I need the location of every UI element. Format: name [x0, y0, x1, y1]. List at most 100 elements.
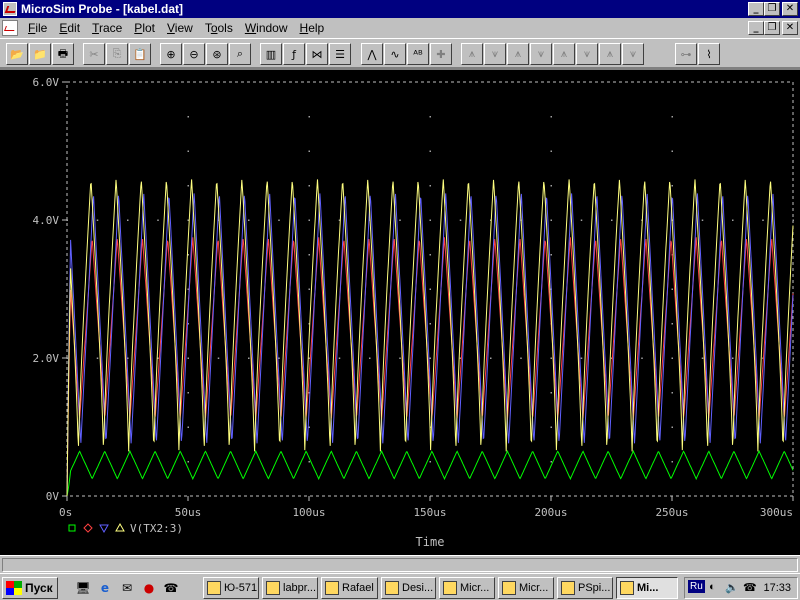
taskbar-button[interactable]: PSpi...	[557, 577, 613, 599]
close-button[interactable]: ✕	[782, 2, 798, 16]
taskbar-button[interactable]: Micr...	[439, 577, 495, 599]
grid-dot	[429, 357, 431, 359]
title-bar: MicroSim Probe - [kabel.dat] _ ❐ ✕	[0, 0, 800, 18]
mark-icon[interactable]: ✚	[430, 43, 452, 65]
menu-view[interactable]: View	[161, 21, 199, 35]
log-x-icon[interactable]: ▥	[260, 43, 282, 65]
menu-window[interactable]: Window	[239, 21, 294, 35]
grid-dot	[187, 150, 189, 152]
minimize-button[interactable]: _	[748, 2, 764, 16]
outlook-express-icon[interactable]: ✉	[118, 579, 136, 597]
language-indicator[interactable]: Ru	[688, 580, 705, 593]
label-icon[interactable]: ᴬᴮ	[407, 43, 429, 65]
waveform-chart[interactable]: 0s 50us 100us 150us 200us 250us 300us 0V 2.0V 4.0…	[0, 70, 800, 555]
cursor-peak-icon[interactable]: ⩚	[461, 43, 483, 65]
document-icon[interactable]	[2, 20, 18, 36]
taskbar-button[interactable]: Desi...	[381, 577, 436, 599]
maximize-button[interactable]: ❐	[764, 2, 780, 16]
grid-dot	[308, 219, 310, 221]
cut-icon[interactable]: ✂	[83, 43, 105, 65]
zoom-in-icon[interactable]: ⊕	[160, 43, 182, 65]
probe-app-icon[interactable]	[3, 2, 17, 16]
performance-icon[interactable]: ⋈	[306, 43, 328, 65]
doc-close-button[interactable]: ✕	[782, 21, 798, 35]
menu-file[interactable]: File	[22, 21, 53, 35]
plot-window-icon[interactable]: ☰	[329, 43, 351, 65]
cursor-slope-icon[interactable]: ⩚	[507, 43, 529, 65]
grid-dot	[429, 116, 431, 118]
grid-dot	[308, 254, 310, 256]
x-tick-label: 100us	[292, 506, 325, 519]
cursor-max-icon[interactable]: ⩚	[553, 43, 575, 65]
add-trace-icon[interactable]: ⋀	[361, 43, 383, 65]
copy-icon[interactable]: ⎘	[106, 43, 128, 65]
grid-dot	[671, 357, 673, 359]
print-icon[interactable]: 🖶	[52, 43, 74, 65]
cursor-trough-icon[interactable]: ⩛	[484, 43, 506, 65]
menu-trace[interactable]: Trace	[86, 21, 128, 35]
legend-triangle-down-marker	[99, 524, 109, 534]
task-label: Desi...	[402, 582, 434, 594]
doc-restore-button[interactable]: ❐	[764, 21, 780, 35]
cursor-point-icon[interactable]: ⩛	[576, 43, 598, 65]
media-player-icon[interactable]: ●	[140, 579, 158, 597]
cursor-search-icon[interactable]: ⩚	[599, 43, 621, 65]
legend-label[interactable]: V(TX2:3)	[130, 522, 183, 535]
status-panel	[2, 558, 798, 572]
grid-dot	[550, 461, 552, 463]
display-control-icon[interactable]: ⌇	[698, 43, 720, 65]
grid-dot	[187, 461, 189, 463]
mark-label-icon[interactable]: ⊶	[675, 43, 697, 65]
zoom-area-icon[interactable]: ⊛	[206, 43, 228, 65]
tray-network-icon[interactable]: ◐	[709, 581, 716, 593]
x-tick-label: 0s	[59, 506, 72, 519]
task-app-icon	[620, 581, 634, 595]
grid-dot	[550, 254, 552, 256]
menu-plot[interactable]: Plot	[128, 21, 161, 35]
cursor-min-icon[interactable]: ⩛	[530, 43, 552, 65]
open-icon[interactable]: 📂	[6, 43, 28, 65]
start-button[interactable]: Пуск	[2, 577, 58, 599]
task-label: PSpi...	[578, 582, 611, 594]
taskbar-button[interactable]: Ю-571	[203, 577, 259, 599]
taskbar-button[interactable]: labpr...	[262, 577, 318, 599]
menu-tools[interactable]: Tools	[199, 21, 239, 35]
grid-dot	[187, 357, 189, 359]
menu-edit[interactable]: Edit	[53, 21, 86, 35]
grid-dot	[187, 116, 189, 118]
internet-explorer-icon[interactable]: e	[96, 579, 114, 597]
grid-dot	[671, 392, 673, 394]
grid-dot	[308, 150, 310, 152]
show-desktop-icon[interactable]: 🖥	[74, 579, 92, 597]
fourier-icon[interactable]: ƒ	[283, 43, 305, 65]
grid-dot	[248, 357, 250, 359]
grid-dot	[429, 150, 431, 152]
taskbar-button[interactable]: Mi...	[616, 577, 678, 599]
grid-dot	[338, 357, 341, 359]
taskbar-button[interactable]: Rafael	[321, 577, 378, 599]
open-folder-icon[interactable]: 📁	[29, 43, 51, 65]
zoom-out-icon[interactable]: ⊖	[183, 43, 205, 65]
plot-window[interactable]: 0s 50us 100us 150us 200us 250us 300us 0V 2.0V 4.0…	[0, 68, 800, 555]
grid-dot	[641, 357, 643, 359]
cursor-next-icon[interactable]: ⩛	[622, 43, 644, 65]
grid-dot	[671, 185, 673, 187]
grid-dot	[459, 219, 462, 221]
window-title: MicroSim Probe - [kabel.dat]	[21, 2, 184, 16]
taskbar-button[interactable]: Micr...	[498, 577, 554, 599]
dialer-icon[interactable]: ☎	[162, 579, 180, 597]
grid-dot	[550, 150, 552, 152]
clock[interactable]: 17:33	[763, 582, 791, 594]
eval-goal-icon[interactable]: ∿	[384, 43, 406, 65]
grid-dot	[308, 288, 310, 290]
grid-dot	[671, 461, 673, 463]
grid-dot	[187, 392, 189, 394]
task-app-icon	[207, 581, 221, 595]
paste-icon[interactable]: 📋	[129, 43, 151, 65]
task-app-icon	[266, 581, 280, 595]
menu-help[interactable]: Help	[294, 21, 331, 35]
tray-volume-icon[interactable]: 🔈	[725, 581, 739, 594]
doc-minimize-button[interactable]: _	[748, 21, 764, 35]
zoom-fit-icon[interactable]: ⌕	[229, 43, 251, 65]
tray-phone-icon[interactable]: ☎	[743, 581, 757, 594]
